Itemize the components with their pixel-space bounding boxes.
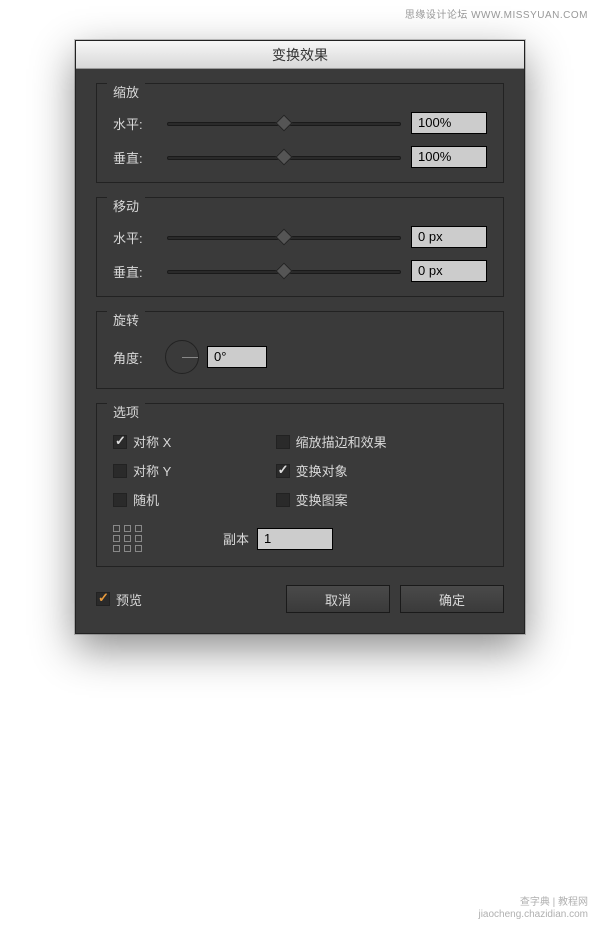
scale-strokes-checkbox[interactable]: 缩放描边和效果 — [276, 432, 487, 451]
cancel-button[interactable]: 取消 — [286, 585, 390, 613]
copies-label: 副本 — [223, 529, 249, 548]
transform-effect-dialog: 变换效果 缩放 水平: 100% 垂直: 100% — [75, 40, 525, 634]
dialog-body: 缩放 水平: 100% 垂直: 100% 移动 — [76, 69, 524, 633]
checkbox-icon — [276, 493, 290, 507]
move-vertical-input[interactable]: 0 px — [411, 260, 487, 282]
reflect-x-checkbox[interactable]: 对称 X — [113, 432, 276, 451]
dialog-titlebar[interactable]: 变换效果 — [76, 41, 524, 69]
preview-checkbox[interactable]: 预览 — [96, 590, 142, 609]
slider-thumb-icon[interactable] — [276, 149, 293, 166]
options-label: 选项 — [107, 402, 145, 421]
scale-vertical-label: 垂直: — [113, 148, 157, 167]
rotate-label: 旋转 — [107, 310, 145, 329]
move-horizontal-input[interactable]: 0 px — [411, 226, 487, 248]
transform-patterns-checkbox[interactable]: 变换图案 — [276, 490, 487, 509]
transform-objects-checkbox[interactable]: 变换对象 — [276, 461, 487, 480]
move-label: 移动 — [107, 196, 145, 215]
checkbox-icon — [113, 464, 127, 478]
scale-vertical-slider[interactable] — [167, 148, 401, 166]
move-group: 移动 水平: 0 px 垂直: 0 px — [96, 197, 504, 297]
options-group: 选项 对称 X 缩放描边和效果 对称 Y 变换对象 — [96, 403, 504, 567]
checkbox-icon — [113, 435, 127, 449]
scale-horizontal-label: 水平: — [113, 114, 157, 133]
random-checkbox[interactable]: 随机 — [113, 490, 276, 509]
watermark-top: 思缘设计论坛 WWW.MISSYUAN.COM — [405, 6, 588, 21]
scale-group: 缩放 水平: 100% 垂直: 100% — [96, 83, 504, 183]
ok-button[interactable]: 确定 — [400, 585, 504, 613]
dialog-footer: 预览 取消 确定 — [96, 585, 504, 613]
registration-point-icon[interactable] — [113, 525, 143, 552]
checkbox-icon — [276, 464, 290, 478]
rotate-angle-label: 角度: — [113, 348, 157, 367]
move-horizontal-label: 水平: — [113, 228, 157, 247]
slider-thumb-icon[interactable] — [276, 229, 293, 246]
move-vertical-slider[interactable] — [167, 262, 401, 280]
slider-thumb-icon[interactable] — [276, 263, 293, 280]
dialog-title: 变换效果 — [272, 45, 328, 65]
scale-horizontal-input[interactable]: 100% — [411, 112, 487, 134]
scale-horizontal-slider[interactable] — [167, 114, 401, 132]
slider-thumb-icon[interactable] — [276, 115, 293, 132]
move-vertical-label: 垂直: — [113, 262, 157, 281]
rotate-group: 旋转 角度: 0° — [96, 311, 504, 389]
scale-vertical-input[interactable]: 100% — [411, 146, 487, 168]
angle-dial-icon[interactable] — [165, 340, 199, 374]
scale-label: 缩放 — [107, 82, 145, 101]
rotate-angle-input[interactable]: 0° — [207, 346, 267, 368]
move-horizontal-slider[interactable] — [167, 228, 401, 246]
checkbox-icon — [96, 592, 110, 606]
copies-input[interactable]: 1 — [257, 528, 333, 550]
checkbox-icon — [113, 493, 127, 507]
checkbox-icon — [276, 435, 290, 449]
reflect-y-checkbox[interactable]: 对称 Y — [113, 461, 276, 480]
watermark-bottom: 查字典 | 教程网 jiaocheng.chazidian.com — [478, 897, 588, 921]
